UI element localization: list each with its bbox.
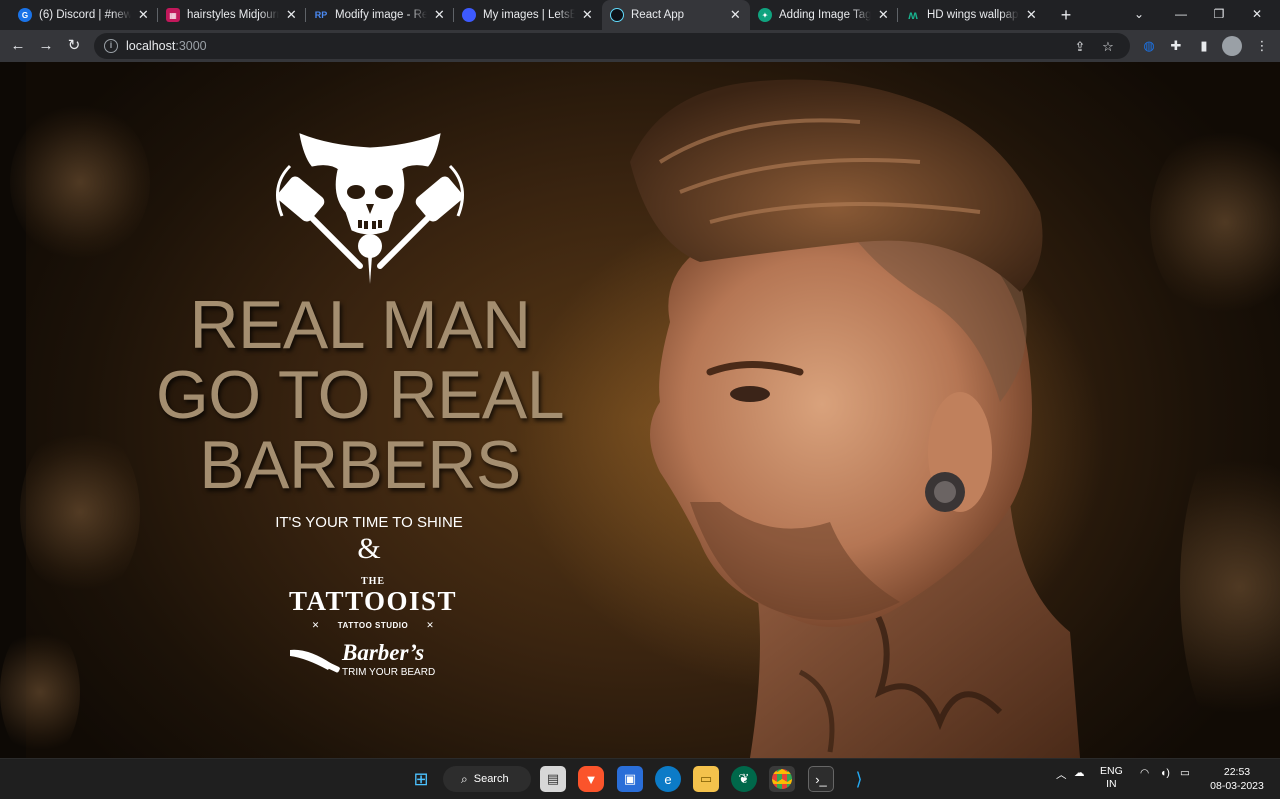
razor-icon (290, 649, 340, 673)
tab-title: Adding Image Tag i (779, 9, 871, 21)
system-clock[interactable]: 22:53 08-03-2023 (1206, 765, 1268, 793)
tab-react-app[interactable]: React App ✕ (602, 0, 750, 30)
file-explorer-icon[interactable]: ▭ (693, 766, 719, 792)
close-icon[interactable]: ✕ (137, 7, 150, 23)
widgets-store-icon[interactable]: ▤ (540, 766, 566, 792)
store-icon[interactable]: ▣ (617, 766, 643, 792)
wifi-icon[interactable]: ◠ (1140, 767, 1149, 779)
tab-title: React App (631, 9, 685, 21)
extension-refresh-icon[interactable]: ◍ (1139, 36, 1159, 56)
floral-decoration (1150, 122, 1280, 322)
close-icon[interactable]: ✕ (433, 7, 446, 23)
close-icon[interactable]: ✕ (729, 7, 742, 23)
close-icon[interactable]: ✕ (581, 7, 594, 23)
region-code: IN (1106, 778, 1117, 790)
extensions-puzzle-icon[interactable]: ✚ (1166, 36, 1186, 56)
chrome-browser-icon[interactable] (769, 766, 795, 792)
mongodb-compass-icon[interactable]: ❦ (731, 766, 757, 792)
hero-text-block: REAL MAN GO TO REAL BARBERS IT'S YOUR TI… (120, 62, 600, 758)
floral-decoration (1180, 422, 1280, 752)
headline-line: GO TO REAL (155, 357, 565, 433)
wallpaper-favicon-icon: ʍ (908, 8, 918, 22)
taskbar-search-label: Search (473, 773, 509, 785)
tab-discord[interactable]: G (6) Discord | #newbi ✕ (10, 0, 158, 30)
close-icon[interactable]: ✕ (1025, 7, 1038, 23)
chatgpt-favicon-icon: ✦ (758, 8, 772, 22)
tab-hd-wings[interactable]: ʍ HD wings wallpaper ✕ (898, 0, 1046, 30)
tab-title: My images | LetsEnh (483, 9, 575, 21)
clock-time: 22:53 (1223, 766, 1251, 778)
vscode-icon[interactable]: ⟩ (846, 766, 872, 792)
tab-strip: G (6) Discord | #newbi ✕ ▦ hairstyles Mi… (0, 0, 1280, 30)
brand-subtitle: ✕ TATTOO STUDIO ✕ (120, 620, 626, 631)
tagline: IT'S YOUR TIME TO SHINE (275, 514, 463, 531)
windows-taskbar: ⊞ ⌕ Search ▤ ▼ ▣ e ▭ ❦ ›_ ⟩ ︿ ☁ ENG IN ◠… (0, 758, 1280, 799)
edge-browser-icon[interactable]: e (655, 766, 681, 792)
battery-icon[interactable]: ▭ (1180, 767, 1190, 779)
volume-icon[interactable]: ◖) (1160, 767, 1170, 779)
crossed-machines-icon: ✕ (311, 620, 320, 630)
address-bar[interactable]: i localhost:3000 ⇪ ☆ (94, 33, 1130, 59)
barber-subtitle: TRIM YOUR BEARD (342, 667, 436, 678)
reload-icon[interactable]: ↻ (62, 34, 86, 58)
url-port: :3000 (175, 39, 207, 53)
url-host: localhost (126, 39, 176, 53)
taskbar-search-button[interactable]: ⌕ Search (443, 766, 531, 792)
close-window-icon[interactable]: ✕ (1238, 0, 1276, 30)
minimize-icon[interactable]: — (1162, 0, 1200, 30)
midjourney-favicon-icon: ▦ (166, 8, 180, 22)
tab-title: HD wings wallpaper (927, 9, 1019, 21)
man-portrait-image (630, 79, 1080, 758)
close-icon[interactable]: ✕ (877, 7, 890, 23)
react-favicon-icon (610, 8, 624, 22)
tab-midjourney[interactable]: ▦ hairstyles Midjourne ✕ (158, 0, 306, 30)
menu-dots-icon[interactable]: ⋮ (1252, 36, 1272, 56)
brand-sub-text: TATTOO STUDIO (337, 621, 409, 630)
discord-favicon-icon: G (18, 8, 32, 22)
headline-line: REAL MAN (189, 287, 531, 363)
crossed-machines-icon: ✕ (426, 620, 435, 630)
tab-search-chevron-icon[interactable]: ⌄ (1120, 0, 1158, 30)
profile-avatar[interactable] (1222, 36, 1242, 56)
side-panel-icon[interactable]: ▮ (1194, 36, 1214, 56)
search-icon: ⌕ (461, 771, 468, 786)
maximize-icon[interactable]: ❐ (1200, 0, 1238, 30)
tray-overflow-chevron-icon[interactable]: ︿ (1056, 767, 1067, 782)
input-language-indicator[interactable]: ENG IN (1100, 765, 1123, 791)
close-icon[interactable]: ✕ (285, 7, 298, 23)
barber-logo: Barber’s TRIM YOUR BEARD (288, 640, 438, 680)
ampersand: & (357, 532, 381, 565)
tab-letsenhance[interactable]: My images | LetsEnh ✕ (454, 0, 602, 30)
back-arrow-icon[interactable]: ← (6, 34, 30, 58)
new-tab-plus-icon[interactable]: + (1055, 4, 1077, 26)
headline-line: BARBERS (199, 427, 521, 503)
brave-browser-icon[interactable]: ▼ (578, 766, 604, 792)
tab-title: (6) Discord | #newbi (39, 9, 131, 21)
tab-modify-image[interactable]: RP Modify image - Res ✕ (306, 0, 454, 30)
skull-tattoo-logo-icon (276, 133, 464, 284)
share-icon[interactable]: ⇪ (1070, 37, 1090, 57)
rp-favicon-icon: RP (314, 10, 328, 20)
floral-decoration (0, 622, 80, 758)
page-viewport: REAL MAN GO TO REAL BARBERS IT'S YOUR TI… (0, 62, 1280, 758)
brand-name: TATTOOIST (288, 586, 458, 616)
weather-cloud-icon[interactable]: ☁ (1074, 767, 1085, 779)
tab-title: Modify image - Res (335, 9, 427, 21)
bookmark-star-icon[interactable]: ☆ (1098, 37, 1118, 57)
site-info-icon[interactable]: i (104, 39, 118, 53)
terminal-icon[interactable]: ›_ (808, 766, 834, 792)
language-code: ENG (1100, 765, 1123, 777)
windows-start-icon[interactable]: ⊞ (408, 766, 434, 792)
headline: REAL MAN GO TO REAL BARBERS (120, 290, 600, 500)
forward-arrow-icon[interactable]: → (34, 34, 58, 58)
browser-toolbar: ← → ↻ i localhost:3000 ⇪ ☆ ◍ ✚ ▮ ⋮ (0, 30, 1280, 62)
tab-adding-image[interactable]: ✦ Adding Image Tag i ✕ (750, 0, 898, 30)
tab-title: hairstyles Midjourne (187, 9, 279, 21)
letsenhance-favicon-icon (462, 8, 476, 22)
clock-date: 08-03-2023 (1210, 780, 1264, 792)
barber-name: Barber’s (342, 640, 425, 665)
